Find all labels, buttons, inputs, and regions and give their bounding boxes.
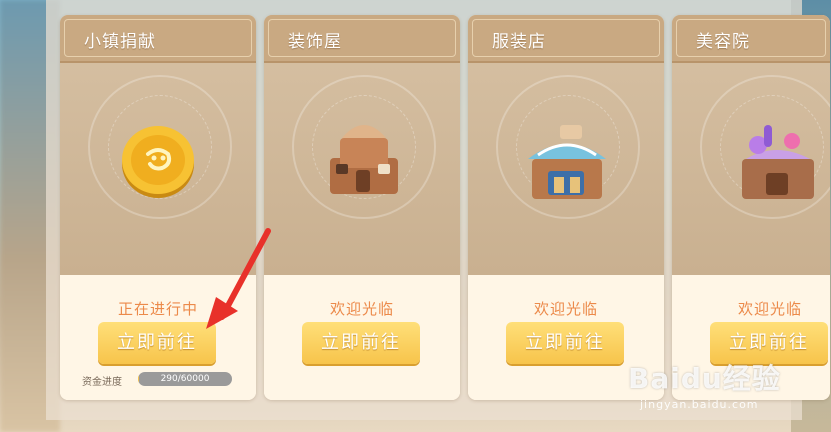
decoration-house-icon <box>330 125 398 194</box>
go-now-button[interactable]: 立即前往 <box>98 322 216 364</box>
clothing-store-icon <box>528 125 606 199</box>
card-status: 欢迎光临 <box>533 300 598 318</box>
card-header: 装饰屋 <box>264 15 460 63</box>
gold-coin-icon <box>122 126 194 198</box>
card-town-donation[interactable]: 小镇捐献 正在进行中 立即前往 资金进度 290/60000 <box>60 15 256 400</box>
card-title: 服装店 <box>492 32 546 52</box>
red-arrow-annotation <box>206 228 271 329</box>
progress-text: 290/60000 <box>160 374 210 384</box>
card-title: 小镇捐献 <box>84 32 156 52</box>
card-beauty-salon[interactable]: 美容院 欢迎光临 立即前往 <box>672 15 830 400</box>
card-status: 欢迎光临 <box>329 300 394 318</box>
watermark-brand: Baidu经验 <box>628 362 781 395</box>
card-header: 服装店 <box>468 15 664 63</box>
card-header: 小镇捐献 <box>60 15 256 63</box>
go-now-button[interactable]: 立即前往 <box>302 322 420 364</box>
card-clothing-store[interactable]: 服装店 欢迎光临 立即前往 <box>468 15 664 400</box>
card-status: 欢迎光临 <box>737 300 802 318</box>
progress-label: 资金进度 <box>82 377 122 388</box>
go-now-button[interactable]: 立即前往 <box>506 322 624 364</box>
beauty-salon-icon <box>742 125 814 199</box>
card-header: 美容院 <box>672 15 830 63</box>
funding-progress-bar: 290/60000 <box>138 372 232 386</box>
card-title: 装饰屋 <box>288 32 342 52</box>
card-decoration-house[interactable]: 装饰屋 欢迎光临 立即前往 <box>264 15 460 400</box>
watermark-url: jingyan.baidu.com <box>640 398 759 411</box>
card-title: 美容院 <box>696 32 750 52</box>
